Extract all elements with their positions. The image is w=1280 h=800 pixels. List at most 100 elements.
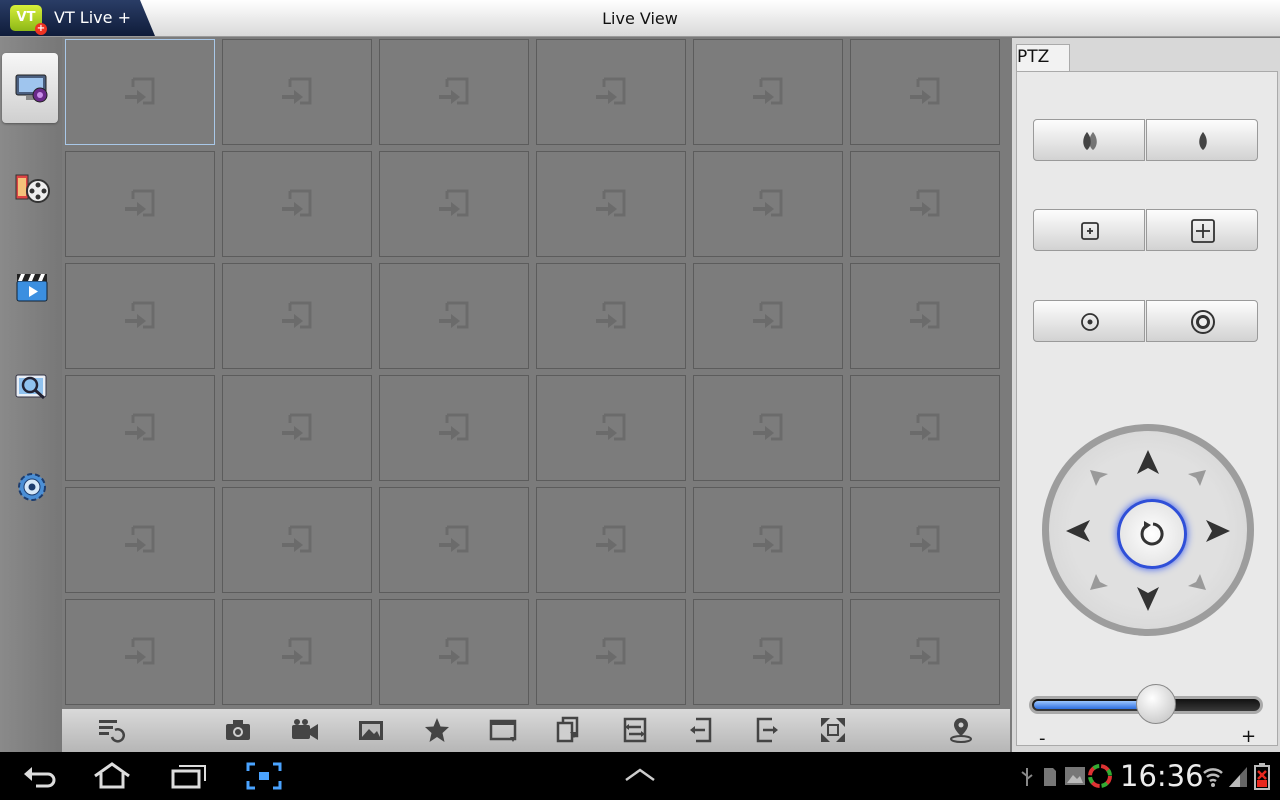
favorite-star-icon[interactable]: [422, 715, 452, 745]
video-cell[interactable]: [65, 487, 215, 593]
video-cell[interactable]: [379, 375, 529, 481]
screenshot-icon[interactable]: [246, 762, 282, 790]
video-cell[interactable]: [536, 375, 686, 481]
video-cell[interactable]: [536, 599, 686, 705]
pan-down-right-arrow-icon[interactable]: [1187, 571, 1207, 591]
iris-close-icon: [1081, 313, 1099, 331]
add-channel-icon: [596, 301, 626, 329]
image-notification-icon: [1065, 767, 1085, 785]
video-cell[interactable]: [693, 487, 843, 593]
bottom-toolbar: [62, 709, 1010, 752]
video-cell[interactable]: [222, 151, 372, 257]
video-cell[interactable]: [850, 39, 1000, 145]
add-channel-icon: [282, 525, 312, 553]
video-cell[interactable]: [379, 487, 529, 593]
pan-up-arrow-icon[interactable]: [1135, 449, 1161, 475]
usb-icon: [1021, 768, 1033, 786]
video-cell[interactable]: [850, 263, 1000, 369]
signal-strength-icon: [1229, 767, 1247, 787]
video-cell[interactable]: [536, 263, 686, 369]
video-cell[interactable]: [850, 375, 1000, 481]
iris-close-button[interactable]: [1033, 300, 1145, 342]
video-cell[interactable]: [379, 263, 529, 369]
app-tray-chevron-icon[interactable]: [624, 766, 656, 784]
pan-up-right-arrow-icon[interactable]: [1187, 469, 1207, 489]
video-cell[interactable]: [693, 263, 843, 369]
iris-open-button[interactable]: [1146, 300, 1258, 342]
auto-scan-button[interactable]: [1117, 499, 1187, 569]
snapshot-camera-icon[interactable]: [223, 715, 253, 745]
record-video-icon[interactable]: [290, 715, 320, 745]
playback-film-reel-icon: [15, 174, 50, 203]
fullscreen-icon[interactable]: [818, 715, 848, 745]
video-cell[interactable]: [222, 39, 372, 145]
video-cell[interactable]: [850, 151, 1000, 257]
video-cell[interactable]: [693, 599, 843, 705]
home-icon[interactable]: [92, 762, 132, 790]
sd-card-icon: [1044, 768, 1056, 786]
video-cell[interactable]: [536, 39, 686, 145]
video-cell[interactable]: [65, 39, 215, 145]
add-channel-icon: [753, 637, 783, 665]
video-cell[interactable]: [222, 487, 372, 593]
video-cell[interactable]: [222, 263, 372, 369]
focus-far-button[interactable]: [1146, 119, 1258, 161]
gallery-icon[interactable]: [356, 715, 386, 745]
back-icon[interactable]: [22, 762, 58, 790]
pan-down-left-arrow-icon[interactable]: [1089, 571, 1109, 591]
add-channel-icon: [910, 525, 940, 553]
video-cell[interactable]: [379, 599, 529, 705]
video-cell[interactable]: [65, 263, 215, 369]
nav-item-playback[interactable]: [2, 153, 58, 223]
add-channel-icon: [753, 77, 783, 105]
ptz-speed-slider-thumb[interactable]: [1136, 684, 1176, 724]
settings-gear-icon: [18, 473, 46, 501]
video-cell[interactable]: [222, 599, 372, 705]
video-cell[interactable]: [536, 151, 686, 257]
add-channel-icon: [753, 413, 783, 441]
add-channel-icon: [596, 525, 626, 553]
previous-group-icon[interactable]: [554, 715, 584, 745]
page-forward-icon[interactable]: [752, 715, 782, 745]
page-back-icon[interactable]: [686, 715, 716, 745]
focus-near-icon: [1083, 132, 1097, 150]
video-cell[interactable]: [379, 151, 529, 257]
ptz-panel: PTZ - +: [1012, 38, 1280, 752]
pan-down-arrow-icon[interactable]: [1135, 586, 1161, 612]
recent-apps-icon[interactable]: [170, 762, 208, 790]
video-cell[interactable]: [693, 375, 843, 481]
zoom-out-button[interactable]: [1033, 209, 1145, 251]
nav-item-live-view[interactable]: [2, 53, 58, 123]
video-cell[interactable]: [222, 375, 372, 481]
video-cell[interactable]: [65, 375, 215, 481]
video-cell[interactable]: [850, 487, 1000, 593]
location-pin-icon[interactable]: [946, 715, 976, 745]
focus-near-button[interactable]: [1033, 119, 1145, 161]
nav-item-settings[interactable]: [2, 451, 58, 521]
add-channel-icon: [125, 189, 155, 217]
channel-list-icon[interactable]: [96, 715, 126, 745]
add-channel-icon: [439, 301, 469, 329]
video-cell[interactable]: [850, 599, 1000, 705]
pan-right-arrow-icon[interactable]: [1205, 518, 1231, 544]
switch-stream-icon[interactable]: [620, 715, 650, 745]
slider-max-label: +: [1241, 726, 1257, 747]
add-channel-icon: [910, 189, 940, 217]
video-grid: [64, 38, 1006, 708]
add-channel-icon: [596, 637, 626, 665]
pan-up-left-arrow-icon[interactable]: [1089, 469, 1109, 489]
window-layout-icon[interactable]: [488, 715, 518, 745]
video-cell[interactable]: [693, 151, 843, 257]
zoom-in-button[interactable]: [1146, 209, 1258, 251]
pan-left-arrow-icon[interactable]: [1065, 518, 1091, 544]
focus-far-icon: [1199, 132, 1207, 150]
nav-item-device-search[interactable]: [2, 351, 58, 421]
video-cell[interactable]: [693, 39, 843, 145]
add-channel-icon: [125, 413, 155, 441]
video-cell[interactable]: [65, 599, 215, 705]
video-cell[interactable]: [65, 151, 215, 257]
video-cell[interactable]: [379, 39, 529, 145]
nav-item-video[interactable]: [2, 251, 58, 321]
add-channel-icon: [125, 77, 155, 105]
video-cell[interactable]: [536, 487, 686, 593]
